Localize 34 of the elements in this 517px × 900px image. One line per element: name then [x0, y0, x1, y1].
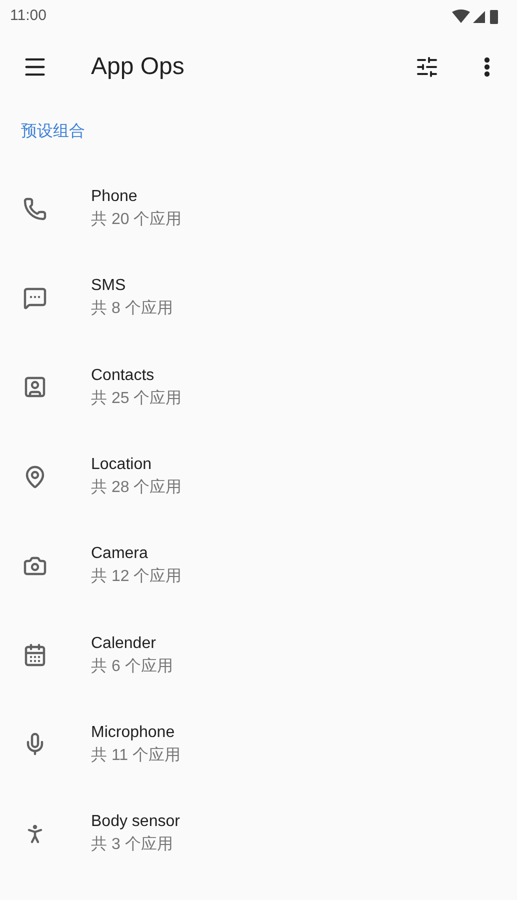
- item-subtitle: 共 3 个应用: [91, 835, 174, 856]
- permission-group-item[interactable]: Contacts 共 25 个应用: [0, 342, 517, 432]
- item-subtitle: 共 11 个应用: [91, 746, 180, 766]
- item-title: Location: [91, 455, 152, 476]
- app-title: App Ops: [91, 52, 184, 82]
- item-title: Camera: [91, 544, 149, 564]
- sliders-icon: [415, 54, 439, 78]
- calendar-icon: [23, 643, 47, 668]
- item-title: Body sensor: [91, 812, 180, 832]
- location-pin-icon: [23, 464, 47, 489]
- more-vertical-icon: [484, 56, 490, 76]
- item-subtitle: 共 28 个应用: [91, 478, 182, 498]
- permission-group-item[interactable]: Phone 共 20 个应用: [0, 164, 517, 254]
- item-subtitle: 共 8 个应用: [91, 299, 173, 320]
- item-title: Microphone: [91, 722, 176, 743]
- status-time: 11:00: [10, 6, 46, 26]
- permission-group-item[interactable]: Body sensor 共 3 个应用: [0, 789, 517, 878]
- item-subtitle: 共 20 个应用: [91, 210, 182, 230]
- section-header: 预设组合: [21, 122, 85, 142]
- item-title: SMS: [91, 276, 127, 296]
- item-title: Contacts: [91, 366, 156, 386]
- permission-group-item[interactable]: Location 共 28 个应用: [0, 432, 517, 522]
- message-icon: [23, 286, 47, 310]
- contact-card-icon: [23, 375, 47, 400]
- item-title: Calender: [91, 634, 157, 654]
- permission-group-item[interactable]: Camera 共 12 个应用: [0, 521, 517, 610]
- item-title: Phone: [91, 187, 138, 208]
- permission-group-item[interactable]: SMS 共 8 个应用: [0, 253, 517, 343]
- item-subtitle: 共 12 个应用: [91, 567, 182, 588]
- item-subtitle: 共 25 个应用: [91, 388, 182, 409]
- permission-group-item[interactable]: Calender 共 6 个应用: [0, 610, 517, 700]
- item-subtitle: 共 6 个应用: [91, 656, 173, 677]
- phone-icon: [23, 196, 47, 221]
- permission-group-item[interactable]: Microphone 共 11 个应用: [0, 700, 517, 790]
